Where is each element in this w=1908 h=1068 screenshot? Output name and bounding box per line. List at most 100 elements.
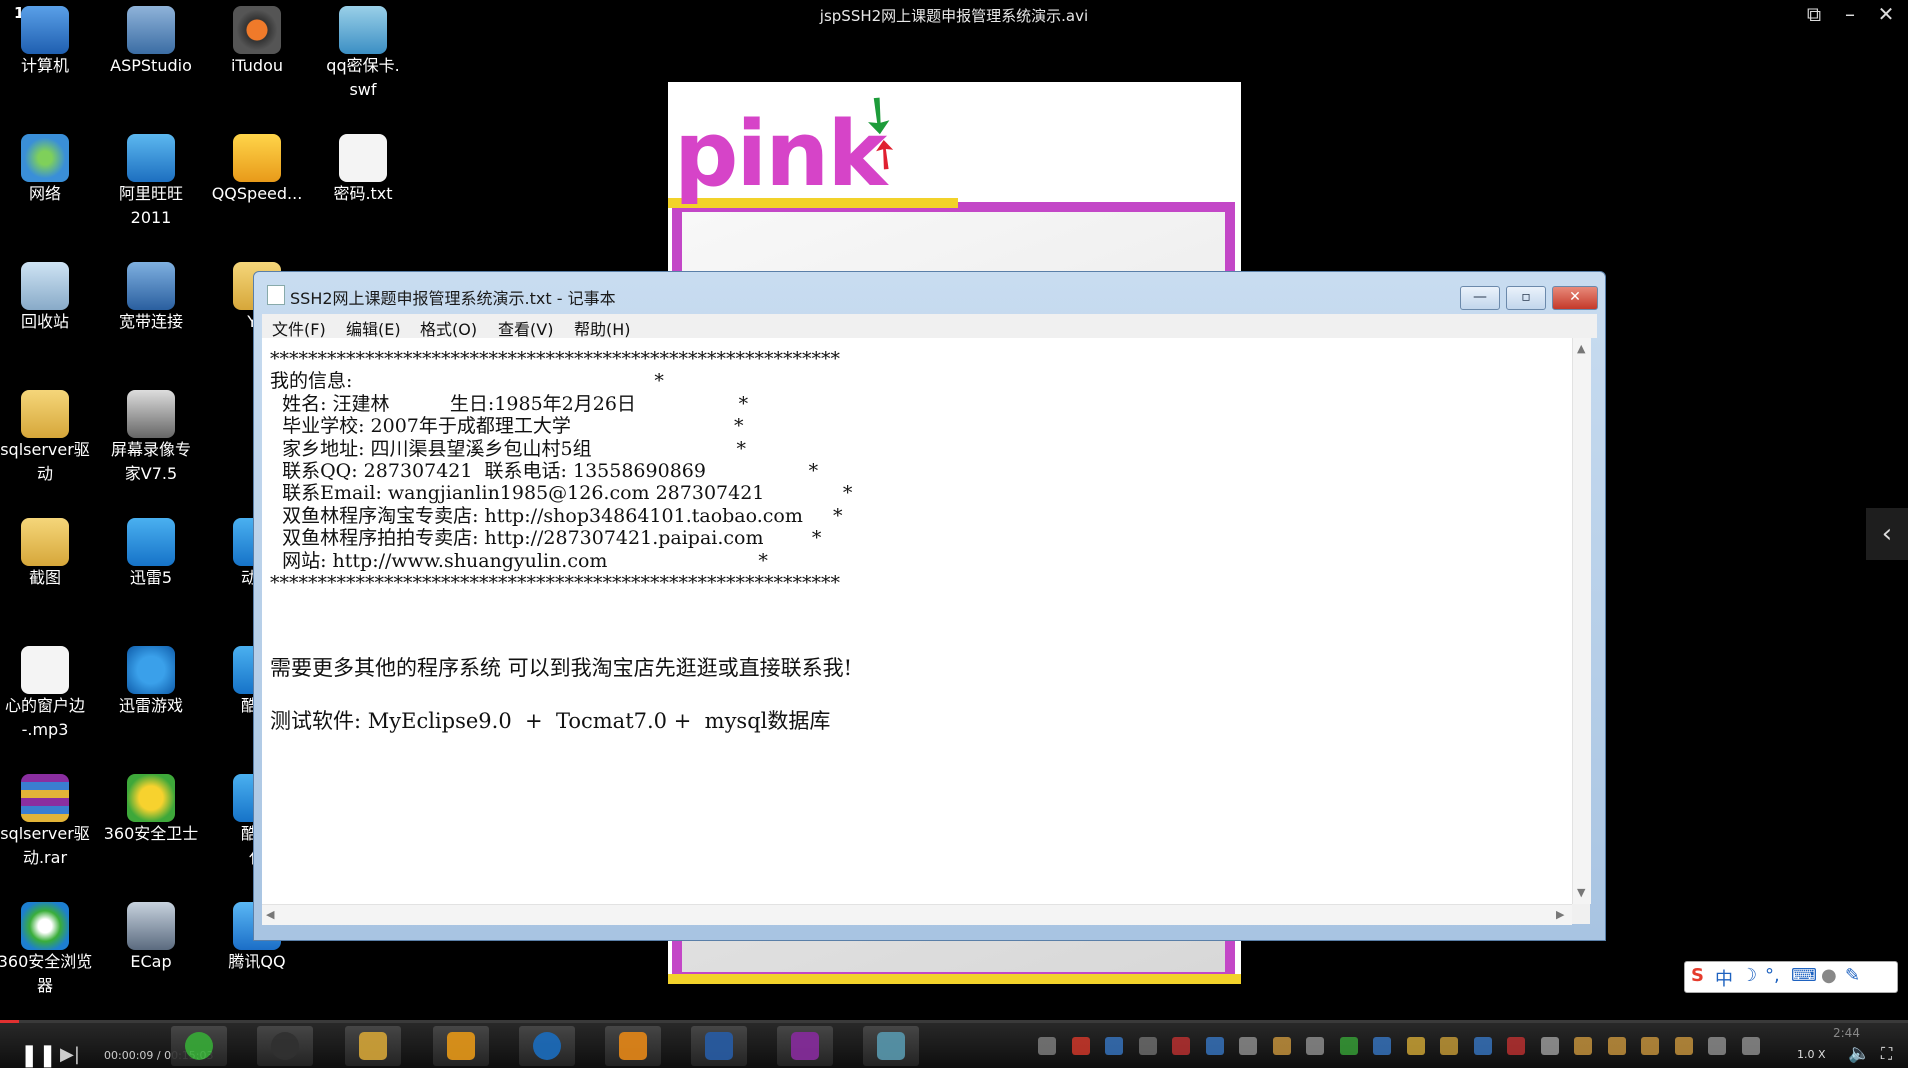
text-line: 我的信息: * <box>270 370 664 392</box>
taskbar-player[interactable] <box>605 1026 661 1066</box>
resize-grip[interactable] <box>1572 904 1590 924</box>
desktop-icon[interactable]: 阿里旺旺 2011 <box>98 134 204 230</box>
minimize-player-icon[interactable]: – <box>1836 2 1864 26</box>
tray-icon[interactable] <box>1607 1037 1626 1055</box>
punctuation-icon[interactable]: °, <box>1765 965 1780 986</box>
minimize-button[interactable]: — <box>1460 286 1500 310</box>
wrench-icon[interactable]: ✎ <box>1845 965 1860 986</box>
vertical-scrollbar[interactable]: ▲ ▼ <box>1572 338 1591 904</box>
fullscreen-icon[interactable]: ⛶ <box>1881 1044 1892 1064</box>
desktop-icon-label: 心的窗户边 -.mp3 <box>4 696 85 739</box>
winrar-icon <box>791 1032 819 1060</box>
desktop-icon[interactable]: 截图 <box>0 518 98 590</box>
tray-icon[interactable] <box>1473 1037 1492 1055</box>
tray-icon[interactable] <box>1172 1037 1190 1055</box>
taskbar-word[interactable] <box>691 1026 747 1066</box>
tray-icon[interactable] <box>1507 1037 1525 1055</box>
taskbar-360-browser[interactable] <box>171 1026 227 1066</box>
desktop-icon-label: 网络 <box>28 184 61 203</box>
tray-icon[interactable] <box>1674 1037 1693 1055</box>
desktop-icon[interactable]: iTudou <box>204 6 310 78</box>
scroll-left-icon[interactable]: ◀ <box>266 908 274 921</box>
next-icon[interactable]: ▶| <box>60 1044 80 1065</box>
tray-icon[interactable] <box>1373 1037 1391 1055</box>
close-player-icon[interactable]: ✕ <box>1872 2 1900 26</box>
menu-format[interactable]: 格式(O) <box>420 316 477 340</box>
desktop-icon[interactable]: 迅雷5 <box>98 518 204 590</box>
360-browser-icon <box>185 1032 213 1060</box>
desktop-icon[interactable]: 网络 <box>0 134 98 206</box>
menu-view[interactable]: 查看(V) <box>498 316 553 340</box>
menu-help[interactable]: 帮助(H) <box>574 316 631 340</box>
desktop-icon[interactable]: 360安全浏览 器 <box>0 902 98 998</box>
desktop-icon[interactable]: 360安全卫士 <box>98 774 204 846</box>
desktop-icon[interactable]: QQSpeed... <box>204 134 310 206</box>
taskbar-ie[interactable] <box>519 1026 575 1066</box>
desktop-icon[interactable]: 屏幕录像专 家V7.5 <box>98 390 204 486</box>
scroll-right-icon[interactable]: ▶ <box>1556 908 1564 921</box>
horizontal-scrollbar[interactable]: ◀ ▶ <box>262 904 1572 925</box>
taskbar-qqspeed[interactable] <box>433 1026 489 1066</box>
text-area[interactable]: ****************************************… <box>262 338 1572 904</box>
keyboard-icon[interactable]: ⌨ <box>1791 965 1817 986</box>
tray-icon[interactable] <box>1440 1037 1458 1055</box>
desktop-icon[interactable]: sqlserver驱 动.rar <box>0 774 98 870</box>
volume-icon[interactable]: 🔈 <box>1848 1043 1870 1064</box>
tray-icon[interactable] <box>1574 1037 1592 1055</box>
tray-icon[interactable] <box>1339 1037 1358 1055</box>
tray-icon[interactable] <box>1205 1037 1224 1055</box>
desktop-icon-label: QQSpeed... <box>211 184 303 203</box>
desktop-icon-label: ECap <box>130 952 172 971</box>
tray-icon[interactable] <box>1038 1037 1056 1055</box>
desktop-icon[interactable]: 心的窗户边 -.mp3 <box>0 646 98 742</box>
tray-icon[interactable] <box>1272 1037 1291 1055</box>
tray-icon[interactable] <box>1239 1037 1257 1055</box>
close-button[interactable]: ✕ <box>1552 286 1598 310</box>
user-icon[interactable]: ● <box>1821 965 1837 986</box>
taskbar-winrar[interactable] <box>777 1026 833 1066</box>
screen-recorder-icon <box>127 390 175 438</box>
desktop-icon[interactable]: ECap <box>98 902 204 974</box>
tray-icon[interactable] <box>1708 1037 1726 1055</box>
scroll-down-icon[interactable]: ▼ <box>1577 886 1585 899</box>
playback-speed[interactable]: 1.0 X <box>1797 1048 1826 1061</box>
maximize-button[interactable]: ▫ <box>1506 286 1546 310</box>
desktop-icon[interactable]: qq密保卡. swf <box>310 6 416 102</box>
tray-icon[interactable] <box>1306 1037 1324 1055</box>
desktop-icon[interactable]: ASPStudio <box>98 6 204 78</box>
qqspeed-icon <box>233 134 281 182</box>
tray-icon[interactable] <box>1138 1037 1157 1055</box>
sogou-logo-icon[interactable]: S <box>1691 965 1704 986</box>
taskbar-notepad[interactable] <box>863 1026 919 1066</box>
collapse-side-panel-icon[interactable]: ‹ <box>1866 508 1908 560</box>
menu-edit[interactable]: 编辑(E) <box>346 316 401 340</box>
desktop-icon[interactable]: 密码.txt <box>310 134 416 206</box>
tray-icon[interactable] <box>1105 1037 1123 1055</box>
desktop-icon[interactable]: 迅雷游戏 <box>98 646 204 718</box>
scroll-up-icon[interactable]: ▲ <box>1577 342 1585 355</box>
desktop-icon[interactable]: 计算机 <box>0 6 98 78</box>
taskbar-qq[interactable] <box>257 1026 313 1066</box>
notepad-window: SSH2网上课题申报管理系统演示.txt - 记事本 — ▫ ✕ 文件(F) 编… <box>253 271 1606 941</box>
desktop-icon[interactable]: 回收站 <box>0 262 98 334</box>
moon-icon[interactable]: ☽ <box>1741 965 1757 986</box>
menu-file[interactable]: 文件(F) <box>272 316 326 340</box>
desktop-icon-label: 屏幕录像专 家V7.5 <box>110 440 191 483</box>
tray-icon[interactable] <box>1406 1037 1425 1055</box>
text-line: 测试软件: MyEclipse9.0 + Tocmat7.0 + mysql数据… <box>270 709 831 733</box>
xunlei-icon <box>127 518 175 566</box>
chinese-mode-icon[interactable]: 中 <box>1715 965 1733 991</box>
desktop-icon[interactable]: 宽带连接 <box>98 262 204 334</box>
360-browser-icon <box>21 902 69 950</box>
tray-icon[interactable] <box>1540 1037 1559 1055</box>
pause-icon[interactable]: ❚❚ <box>20 1043 57 1068</box>
tray-icon[interactable] <box>1741 1037 1760 1055</box>
qqspeed-icon <box>447 1032 475 1060</box>
desktop-icon[interactable]: sqlserver驱 动 <box>0 390 98 486</box>
pin-window-icon[interactable]: ⧉ <box>1800 2 1828 26</box>
network-icon <box>21 134 69 182</box>
tray-icon[interactable] <box>1071 1037 1090 1055</box>
tray-icon[interactable] <box>1641 1037 1659 1055</box>
taskbar-explorer[interactable] <box>345 1026 401 1066</box>
progress-bar[interactable] <box>0 1020 1908 1023</box>
